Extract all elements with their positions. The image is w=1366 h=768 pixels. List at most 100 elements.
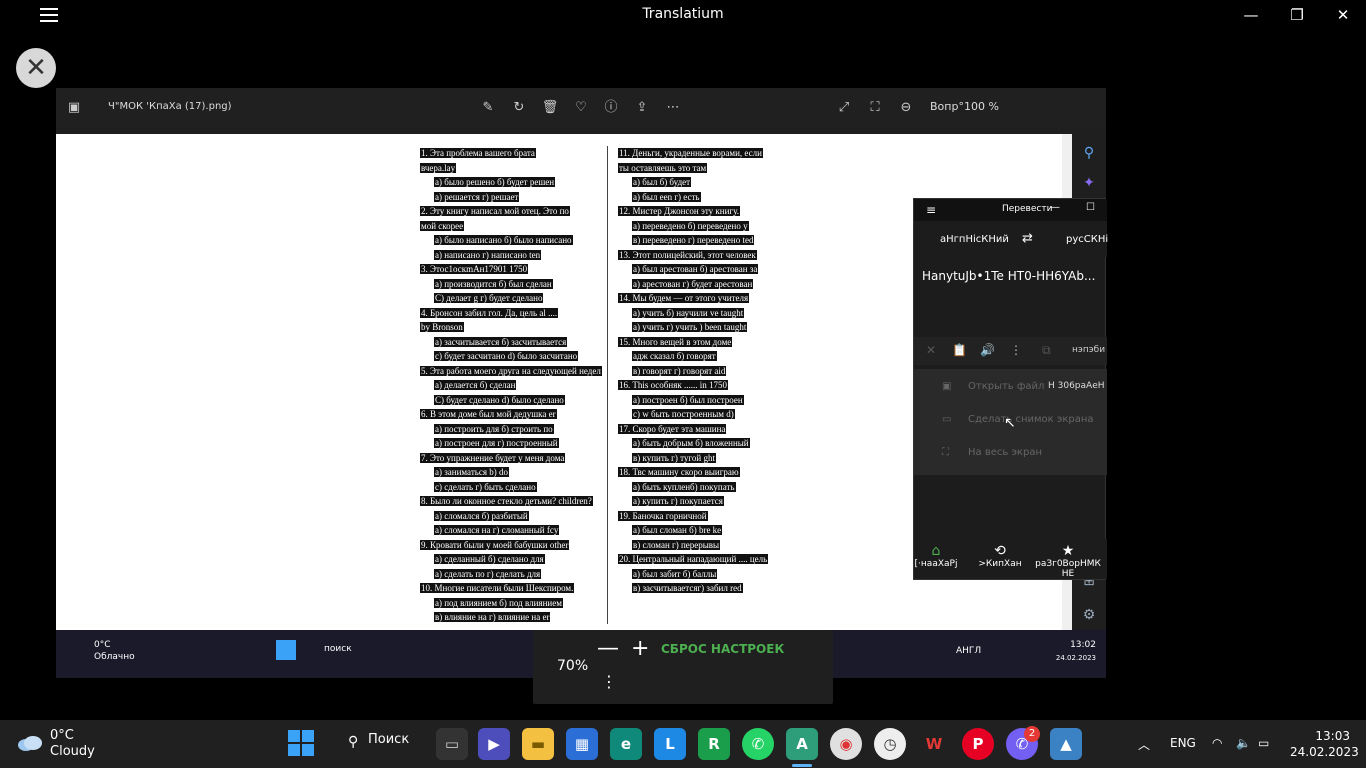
teams-chat-icon[interactable]: ▶: [478, 728, 510, 760]
document-line-text: a) сломался на г) сломанный fcy: [434, 525, 560, 535]
document-line-text: 2. Эту книгу написал мой отец. Это по: [420, 206, 570, 216]
document-line: a) арестован г) будет арестован: [632, 278, 754, 290]
document-line: 7. Это упражнение будет у меня дома: [420, 452, 566, 464]
taskbar-clock[interactable]: 13:03 24.02.2023: [1290, 728, 1359, 760]
translator-header: ≡ Перевести — ☐: [914, 199, 1107, 221]
zoom-out-icon[interactable]: ⊖: [896, 98, 916, 118]
pinterest-icon[interactable]: P: [962, 728, 994, 760]
info-icon[interactable]: ⓘ: [601, 98, 621, 118]
heart-icon[interactable]: ♡: [571, 98, 591, 118]
more-vertical-icon[interactable]: ⋮: [1010, 343, 1022, 357]
document-line-text: c) будет засчитано d) было засчитано: [434, 351, 579, 361]
clock-app-icon[interactable]: ◷: [874, 728, 906, 760]
windows-start-icon[interactable]: [288, 730, 314, 756]
nav-home[interactable]: ⌂ [·наaXaPj: [904, 543, 968, 569]
minimize-button[interactable]: —: [1228, 2, 1274, 28]
document-line-text: a) арестован г) будет арестован: [632, 278, 754, 289]
document-line: a) делается б) сделан: [434, 380, 517, 391]
document-line: a) сломался б) разбитый: [434, 510, 529, 522]
chrome-icon[interactable]: ◉: [830, 728, 862, 760]
document-line-text: c) w быть построенным d): [632, 409, 735, 419]
file-explorer-icon[interactable]: ▬: [522, 728, 554, 760]
wifi-icon[interactable]: ◠: [1212, 736, 1222, 750]
translator-menu-icon[interactable]: ≡: [926, 203, 936, 217]
delete-icon[interactable]: 🗑: [540, 98, 560, 118]
taskbar-search[interactable]: Поиск: [368, 732, 436, 756]
document-line: a) написано г) написано ten: [434, 249, 542, 261]
r-app-icon[interactable]: R: [698, 728, 730, 760]
show-hidden-icons[interactable]: ︿: [1138, 736, 1150, 753]
translator-input-text[interactable]: HanytuJb•1Te HT0-HH6YAb...: [922, 269, 1095, 283]
document-line: 4. Бронсон забил гол. Да, цель al ....: [420, 307, 559, 319]
copy-icon[interactable]: ⧉: [1042, 343, 1051, 358]
settings-gear-icon[interactable]: ⚙: [1078, 604, 1100, 626]
translatium-icon[interactable]: A: [786, 728, 818, 760]
home-icon: ⌂: [931, 543, 941, 559]
clear-icon[interactable]: ✕: [926, 343, 936, 357]
share-icon[interactable]: ⇪: [632, 98, 652, 118]
search-icon[interactable]: ⚲: [1078, 142, 1100, 164]
more-icon[interactable]: ⋯: [663, 98, 683, 118]
document-line: a) был een г) есть: [632, 191, 701, 203]
document-line-text: 12. Мистер Джонсон эту книгу.: [618, 206, 740, 216]
translator-maximize-icon[interactable]: ☐: [1086, 202, 1095, 213]
zoom-out-button[interactable]: —: [597, 636, 619, 661]
w-app-icon[interactable]: W: [918, 728, 950, 760]
target-language[interactable]: русСКНі: [1066, 234, 1108, 245]
document-line-text: a) засчитывается б) засчитывается: [434, 336, 568, 347]
inner-search[interactable]: поиск: [324, 644, 352, 654]
whatsapp-icon[interactable]: ✆: [742, 728, 774, 760]
document-line: a) учить б) научили ve taught: [632, 307, 745, 319]
volume-icon[interactable]: 🔈: [1236, 736, 1251, 750]
fit-icon[interactable]: ⛶: [865, 98, 885, 118]
input-language[interactable]: ENG: [1170, 736, 1196, 750]
document-line-text: a) делается б) сделан: [434, 380, 517, 390]
document-line-text: 9. Кровати были у моей бабушки other: [420, 539, 570, 550]
fullscreen-icon[interactable]: ⤢: [834, 98, 854, 118]
speaker-icon[interactable]: 🔊: [980, 343, 995, 357]
reset-settings-button[interactable]: СБРОС НАСТРОЕК: [661, 642, 784, 656]
nav-history[interactable]: ⟲ >КипХан: [968, 543, 1032, 569]
document-line: 6. В этом доме был мой дедушка er: [420, 409, 557, 420]
swap-languages-icon[interactable]: ⇄: [1022, 231, 1033, 246]
nav-phrasebook[interactable]: ★ раЗг0ВорНМК НЕ: [1028, 543, 1108, 579]
rotate-icon[interactable]: ↻: [509, 98, 529, 118]
viewer-zoom-text: Вопр°100 %: [930, 100, 999, 113]
document-line: 5. Эта работа моего друга на следующей н…: [420, 365, 602, 377]
image-icon: ▣: [67, 100, 81, 115]
edge-icon[interactable]: e: [610, 728, 642, 760]
translator-bottom-nav: ⌂ [·наaXaPj ⟲ >КипХан ★ раЗг0ВорНМК НЕ: [914, 539, 1107, 579]
document-line: a) был забит б) баллы: [632, 568, 718, 580]
l-app-icon[interactable]: L: [654, 728, 686, 760]
battery-icon[interactable]: ▭: [1258, 736, 1269, 750]
zoom-in-button[interactable]: +: [631, 636, 649, 661]
clipboard-icon[interactable]: 📋: [952, 343, 967, 357]
document-line: a) производится б) был сделан: [434, 278, 553, 290]
store-icon[interactable]: ▦: [566, 728, 598, 760]
document-line: a) сделать по г) сделать для: [434, 568, 542, 580]
maximize-button[interactable]: ❐: [1274, 2, 1320, 28]
document-line-text: a) сделать по г) сделать для: [434, 568, 542, 579]
document-line-text: 20. Центральный нападающий .... цель: [618, 554, 769, 564]
menu-fullscreen[interactable]: На весь экран: [968, 447, 1042, 458]
close-window-button[interactable]: ✕: [1320, 2, 1366, 28]
document-line: a) построен б) был построен: [632, 394, 744, 406]
photos-icon[interactable]: ▲: [1050, 728, 1082, 760]
source-language[interactable]: аНгпНісКНий: [940, 234, 1009, 245]
document-line-text: a) производится б) был сделан: [434, 278, 553, 289]
menu-take-screenshot[interactable]: Сделать снимок экрана: [968, 414, 1094, 425]
document-line: a) было решено б) будет решен: [434, 177, 556, 188]
inner-windows-icon[interactable]: [276, 640, 296, 660]
translator-minimize-icon[interactable]: —: [1050, 202, 1060, 213]
document-line-text: a) купить г) покупается: [632, 496, 724, 506]
document-line-text: 7. Это упражнение будет у меня дома: [420, 452, 566, 463]
sparkle-icon[interactable]: ✦: [1078, 172, 1100, 194]
close-screenshot-button[interactable]: ✕: [16, 48, 56, 88]
document-line: 18. Твс машину скоро выиграю: [618, 467, 740, 478]
menu-open-file[interactable]: Открыть файл: [968, 381, 1044, 392]
edit-icon[interactable]: ✎: [478, 98, 498, 118]
search-icon[interactable]: ⚲: [348, 734, 358, 750]
document-line: 3. Этос1оскmАн17901 1750: [420, 264, 529, 275]
more-options-icon[interactable]: ⋮: [601, 672, 617, 691]
task-view-icon[interactable]: ▭: [436, 728, 468, 760]
